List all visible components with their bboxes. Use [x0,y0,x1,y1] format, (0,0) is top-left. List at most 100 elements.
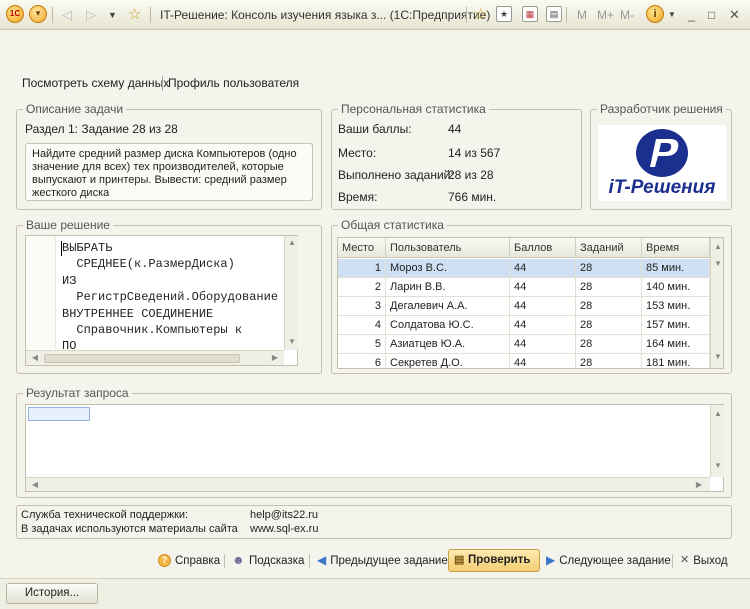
support-label: Служба технической поддержки: [21,509,189,521]
table-cell: 4 [338,316,386,335]
table-cell: 44 [510,335,576,354]
scroll-left-arrow-icon[interactable]: ◀ [29,480,41,489]
info-icon[interactable]: i [646,5,664,23]
table-cell: 5 [338,335,386,354]
check-button[interactable]: ▤ Проверить [448,549,540,572]
toolbar-separator [150,7,151,23]
scroll-down-arrow-icon[interactable]: ▼ [712,352,723,361]
scroll-up-arrow-icon[interactable]: ▲ [712,409,724,418]
result-vertical-scrollbar[interactable]: ▲ ▼ [710,405,724,477]
memory-minus-button[interactable]: M- [620,0,634,30]
table-row[interactable]: 3 Дегалевич А.А. 44 28 153 мин. [338,297,710,316]
next-task-button[interactable]: ▶ Следующее задание [546,550,671,572]
minimize-button[interactable]: _ [688,0,695,30]
check-icon: ▤ [454,554,465,566]
task-description: Найдите средний размер диска Компьютеров… [25,143,313,201]
score-value: 44 [448,122,462,136]
editor-horizontal-scrollbar[interactable]: ◀ ▶ [26,350,284,365]
calendar-icon[interactable]: ▦ [522,6,538,22]
column-header-user[interactable]: Пользователь [386,238,510,258]
table-cell: 3 [338,297,386,316]
completed-value: 28 из 28 [448,168,494,182]
arrow-left-icon: ◀ [317,553,327,568]
column-header-place[interactable]: Место [338,238,386,258]
app-1c-icon[interactable]: 1C [6,5,24,23]
scroll-down-arrow-icon[interactable]: ▼ [712,461,724,470]
query-code[interactable]: ВЫБРАТЬ СРЕДНЕЕ(к.РазмерДиска) ИЗ Регист… [62,240,278,355]
favorite-star-icon[interactable]: ☆ [128,0,141,30]
previous-task-button[interactable]: ◀ Предыдущее задание [317,550,448,572]
bookmark-icon[interactable]: ★ [496,6,512,22]
materials-label: В задачах используются материалы сайта [21,523,238,535]
close-icon: ✕ [680,554,690,567]
table-row[interactable]: 1 Мороз В.С. 44 28 85 мин. [338,259,710,278]
result-selected-cell[interactable] [28,407,90,421]
table-row[interactable]: 4 Солдатова Ю.С. 44 28 157 мин. [338,316,710,335]
table-cell: Солдатова Ю.С. [386,316,510,335]
exit-button[interactable]: ✕ Выход [680,550,728,572]
menu-dropdown-icon[interactable]: ▾ [29,5,47,23]
table-cell: 181 мин. [642,354,710,368]
link-separator [162,76,163,91]
add-favorite-icon[interactable]: ☆ [474,0,487,30]
back-arrow-icon[interactable]: ◁ [62,0,72,30]
memory-button[interactable]: M [577,0,587,30]
table-cell: 153 мин. [642,297,710,316]
query-editor[interactable]: ВЫБРАТЬ СРЕДНЕЕ(к.РазмерДиска) ИЗ Регист… [25,235,298,366]
user-profile-link[interactable]: Профиль пользователя [168,76,299,90]
table-vertical-scrollbar[interactable]: ▲ ▼ ▼ [710,238,723,368]
info-dropdown-icon[interactable]: ▼ [668,0,676,30]
history-button[interactable]: История... [6,583,98,604]
title-bar: 1C ▾ ◁ ▷ ▼ ☆ IT-Решение: Консоль изучени… [0,0,750,30]
view-schema-link[interactable]: Посмотреть схему данных [22,76,169,90]
table-row[interactable]: 5 Азиатцев Ю.А. 44 28 164 мин. [338,335,710,354]
place-label: Место: [338,146,377,160]
stats-table[interactable]: Место Пользователь Баллов Заданий Время … [337,237,724,369]
memory-plus-button[interactable]: M+ [597,0,614,30]
next-task-label: Следующее задание [559,555,671,567]
table-cell: 6 [338,354,386,368]
result-horizontal-scrollbar[interactable]: ◀ ▶ [26,477,710,491]
scroll-down-arrow-icon[interactable]: ▼ [286,337,298,346]
scroll-down-arrow-icon[interactable]: ▼ [712,259,723,268]
table-cell: 44 [510,354,576,368]
scroll-left-arrow-icon[interactable]: ◀ [29,353,41,362]
table-cell: 44 [510,259,576,278]
task-group-title: Описание задачи [23,102,127,116]
editor-vertical-scrollbar[interactable]: ▲ ▼ [284,236,298,350]
table-header: Место Пользователь Баллов Заданий Время [338,238,710,258]
column-header-time[interactable]: Время [642,238,710,258]
table-cell: 1 [338,259,386,278]
table-cell: Дегалевич А.А. [386,297,510,316]
result-grid[interactable]: ▲ ▼ ◀ ▶ [25,404,724,492]
support-email[interactable]: help@its22.ru [250,509,318,521]
maximize-button[interactable]: □ [708,0,715,30]
history-dropdown-icon[interactable]: ▼ [108,0,117,30]
table-row[interactable]: 2 Ларин В.В. 44 28 140 мин. [338,278,710,297]
scroll-right-arrow-icon[interactable]: ▶ [269,353,281,362]
table-cell: Ларин В.В. [386,278,510,297]
table-cell: 85 мин. [642,259,710,278]
scroll-up-arrow-icon[interactable]: ▲ [712,242,723,251]
help-button[interactable]: ? Справка [158,550,220,572]
close-button[interactable]: ✕ [729,0,740,30]
forward-arrow-icon[interactable]: ▷ [86,0,96,30]
time-value: 766 мин. [448,190,497,204]
score-label: Ваши баллы: [338,122,412,136]
developer-group-title: Разработчик решения [597,102,726,116]
table-cell: 28 [576,316,642,335]
horizontal-scroll-thumb[interactable] [44,354,240,363]
scroll-right-arrow-icon[interactable]: ▶ [693,480,705,489]
column-header-score[interactable]: Баллов [510,238,576,258]
materials-site[interactable]: www.sql-ex.ru [250,523,318,535]
table-row[interactable]: 6 Секретев Д.О. 44 28 181 мин. [338,354,710,368]
table-cell: Азиатцев Ю.А. [386,335,510,354]
table-cell: Секретев Д.О. [386,354,510,368]
column-header-tasks[interactable]: Заданий [576,238,642,258]
scroll-up-arrow-icon[interactable]: ▲ [286,238,298,247]
button-separator [309,554,310,568]
hint-button[interactable]: ☻ Подсказка [232,550,304,572]
completed-label: Выполнено заданий: [338,168,454,182]
table-cell: 140 мин. [642,278,710,297]
calculator-icon[interactable]: ▤ [546,6,562,22]
